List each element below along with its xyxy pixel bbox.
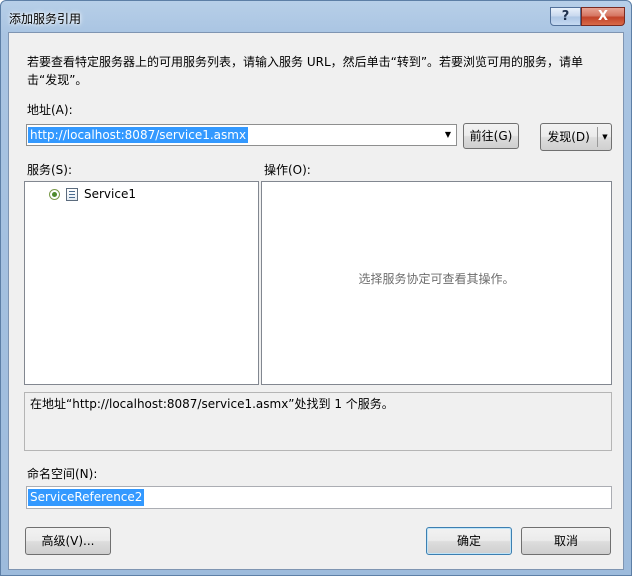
go-button[interactable]: 前往(G)	[463, 123, 519, 149]
expand-icon[interactable]	[49, 189, 60, 200]
instruction-text: 若要查看特定服务器上的可用服务列表，请输入服务 URL，然后单击“转到”。若要浏…	[27, 55, 584, 87]
services-tree[interactable]: Service1	[24, 181, 259, 385]
close-icon: X	[597, 9, 609, 24]
address-label: 地址(A):	[27, 103, 73, 117]
close-button[interactable]: X	[581, 7, 625, 26]
address-input[interactable]: http://localhost:8087/service1.asmx	[28, 127, 249, 143]
ok-button[interactable]: 确定	[426, 527, 512, 555]
discover-button[interactable]: 发现(D)	[541, 124, 596, 150]
operations-label: 操作(O):	[264, 163, 311, 177]
services-label: 服务(S):	[27, 163, 73, 177]
status-box: 在地址“http://localhost:8087/service1.asmx”…	[24, 392, 612, 451]
help-button[interactable]: ?	[550, 7, 581, 26]
window-title: 添加服务引用	[9, 12, 82, 26]
help-icon: ?	[561, 9, 570, 24]
dropdown-arrow-icon[interactable]: ▼	[440, 125, 456, 145]
address-combobox[interactable]: http://localhost:8087/service1.asmx ▼	[26, 124, 457, 146]
advanced-button[interactable]: 高级(V)...	[25, 527, 111, 555]
cancel-button[interactable]: 取消	[521, 527, 611, 555]
chevron-down-icon[interactable]: ▼	[598, 124, 612, 150]
title-bar[interactable]: 添加服务引用 ? X	[1, 1, 631, 31]
namespace-label: 命名空间(N):	[27, 467, 98, 481]
operations-hint: 选择服务协定可查看其操作。	[358, 272, 515, 286]
tree-item-label: Service1	[84, 187, 136, 201]
namespace-field[interactable]: ServiceReference2	[26, 486, 612, 509]
status-message: 在地址“http://localhost:8087/service1.asmx”…	[30, 397, 394, 411]
discover-split-button[interactable]: 发现(D) ▼	[540, 123, 612, 151]
dialog-content: 若要查看特定服务器上的可用服务列表，请输入服务 URL，然后单击“转到”。若要浏…	[8, 32, 624, 570]
operations-list[interactable]: 选择服务协定可查看其操作。	[261, 181, 612, 385]
namespace-value[interactable]: ServiceReference2	[28, 489, 145, 506]
dialog-window: 添加服务引用 ? X 若要查看特定服务器上的可用服务列表，请输入服务 URL，然…	[0, 0, 632, 576]
service-icon	[66, 188, 78, 201]
